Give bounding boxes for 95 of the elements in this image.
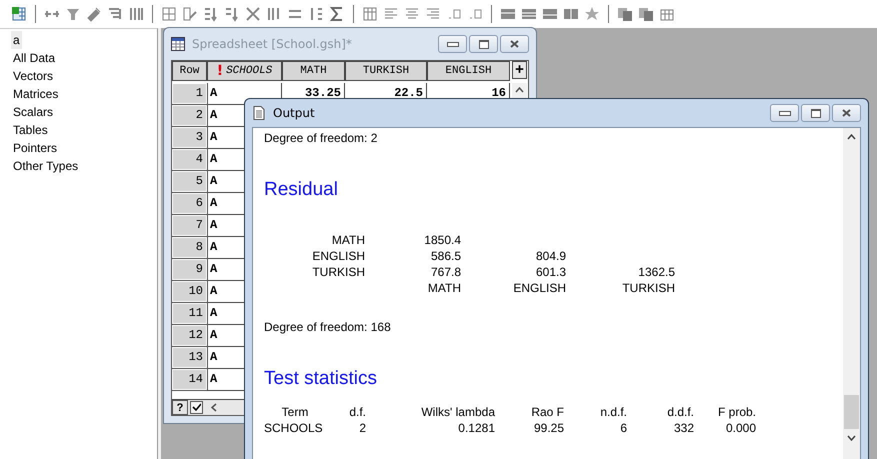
- matrix-column-label: MATH: [426, 280, 461, 296]
- row-number[interactable]: 3: [172, 127, 207, 148]
- scrollbar[interactable]: [843, 128, 860, 459]
- table-cell-text: 6: [619, 421, 627, 437]
- table-cell-text: 0.000: [724, 421, 756, 437]
- row-number[interactable]: 11: [172, 303, 207, 324]
- matrix-value: 804.9: [534, 248, 566, 264]
- minimize-button[interactable]: [770, 104, 799, 122]
- grid-icon[interactable]: [521, 6, 537, 22]
- grid-icon[interactable]: [542, 6, 558, 22]
- maximize-button[interactable]: [801, 104, 830, 122]
- spreadsheet-icon[interactable]: [11, 6, 27, 22]
- minimize-button[interactable]: [438, 35, 467, 53]
- sidebar-item[interactable]: a: [11, 31, 22, 49]
- table-icon: [171, 37, 185, 51]
- scroll-up-icon[interactable]: [515, 87, 524, 93]
- matrix-value: 601.3: [534, 264, 566, 280]
- scroll-left-icon[interactable]: [211, 403, 217, 412]
- row-number[interactable]: 5: [172, 171, 207, 192]
- column-header[interactable]: MATH: [282, 61, 345, 81]
- matrix-value: 767.8: [430, 264, 461, 280]
- row-label: Row: [180, 65, 200, 77]
- row-number[interactable]: 13: [172, 347, 207, 368]
- column-header[interactable]: ! SCHOOLS: [207, 61, 282, 81]
- column-header[interactable]: ENGLISH: [427, 61, 510, 81]
- matrix-column-label: ENGLISH: [512, 280, 566, 296]
- row-number[interactable]: 12: [172, 325, 207, 346]
- table-cell-text: SCHOOLS: [264, 421, 324, 437]
- row-number[interactable]: 14: [172, 369, 207, 390]
- table-cell-text: 332: [672, 421, 694, 437]
- sidebar-item[interactable]: Tables: [11, 121, 50, 139]
- sidebar-item[interactable]: Other Types: [11, 157, 80, 175]
- table-icon[interactable]: [362, 6, 378, 22]
- matrix-value: 1850.4: [423, 232, 461, 248]
- column-label: MATH: [300, 65, 327, 77]
- matrix-column-label: TURKISH: [621, 280, 675, 296]
- column-header: Wilks' lambda: [420, 405, 495, 421]
- matrix-label: TURKISH: [311, 264, 365, 280]
- row-number[interactable]: 9: [172, 259, 207, 280]
- sigma-icon[interactable]: [329, 6, 345, 22]
- window-title: Spreadsheet [School.gsh]*: [192, 37, 353, 51]
- table-cell-text: 0.1281: [457, 421, 495, 437]
- grid-icon[interactable]: [563, 6, 579, 22]
- edit-icon[interactable]: [182, 6, 198, 22]
- columns-icon[interactable]: [128, 6, 144, 22]
- sidebar-item[interactable]: Pointers: [11, 139, 60, 157]
- grid-icon[interactable]: [500, 6, 516, 22]
- column-label: ENGLISH: [445, 65, 492, 77]
- star-icon[interactable]: [584, 6, 600, 22]
- column-header: d.f.: [348, 405, 366, 421]
- close-button[interactable]: [832, 104, 861, 122]
- filter-icon[interactable]: [65, 6, 81, 22]
- brush-icon[interactable]: [86, 6, 102, 22]
- close-icon[interactable]: [842, 109, 851, 117]
- help-button[interactable]: ?: [172, 400, 188, 415]
- close-icon[interactable]: [510, 40, 519, 48]
- sidebar-item[interactable]: Scalars: [11, 103, 56, 121]
- matrix-value: 1362.5: [637, 264, 675, 280]
- row-number[interactable]: 10: [172, 281, 207, 302]
- sidebar-item[interactable]: Vectors: [11, 67, 56, 85]
- matrix-label: MATH: [330, 232, 365, 248]
- sidebar-item[interactable]: All Data: [11, 49, 58, 67]
- row-number[interactable]: 7: [172, 215, 207, 236]
- sidebar-item[interactable]: Matrices: [11, 85, 60, 103]
- row-number[interactable]: 6: [172, 193, 207, 214]
- row-number[interactable]: 2: [172, 105, 207, 126]
- copy-icon[interactable]: [638, 6, 654, 22]
- cross-icon[interactable]: [245, 6, 261, 22]
- row-number[interactable]: 8: [172, 237, 207, 258]
- row-number[interactable]: 1: [172, 83, 207, 104]
- column-header[interactable]: Row: [172, 61, 207, 81]
- column-header: Rao F: [530, 405, 564, 421]
- grid-icon[interactable]: [161, 6, 177, 22]
- row-number[interactable]: 4: [172, 149, 207, 170]
- close-button[interactable]: [500, 35, 529, 53]
- matrix-label: ENGLISH: [311, 248, 365, 264]
- column-header: d.d.f.: [666, 405, 694, 421]
- scroll-down-icon[interactable]: [847, 435, 856, 441]
- flag-mark: !: [216, 63, 224, 79]
- checkbox[interactable]: [190, 401, 203, 414]
- scrollbar-thumb[interactable]: [844, 395, 859, 429]
- column-header: Term: [280, 405, 310, 421]
- column-header: n.d.f.: [599, 405, 627, 421]
- maximize-button[interactable]: [469, 35, 498, 53]
- copy-icon[interactable]: [617, 6, 633, 22]
- matrix-value: 586.5: [430, 248, 461, 264]
- column-header[interactable]: TURKISH: [345, 61, 427, 81]
- table-cell-text: 99.25: [532, 421, 564, 437]
- column-label: SCHOOLS: [226, 65, 272, 77]
- document-icon: [252, 106, 266, 120]
- table-cell-text: 2: [358, 421, 366, 437]
- column-header: F prob.: [716, 405, 756, 421]
- scroll-up-icon[interactable]: [847, 134, 856, 140]
- add-column-button[interactable]: +: [512, 61, 527, 79]
- column-label: TURKISH: [362, 65, 410, 77]
